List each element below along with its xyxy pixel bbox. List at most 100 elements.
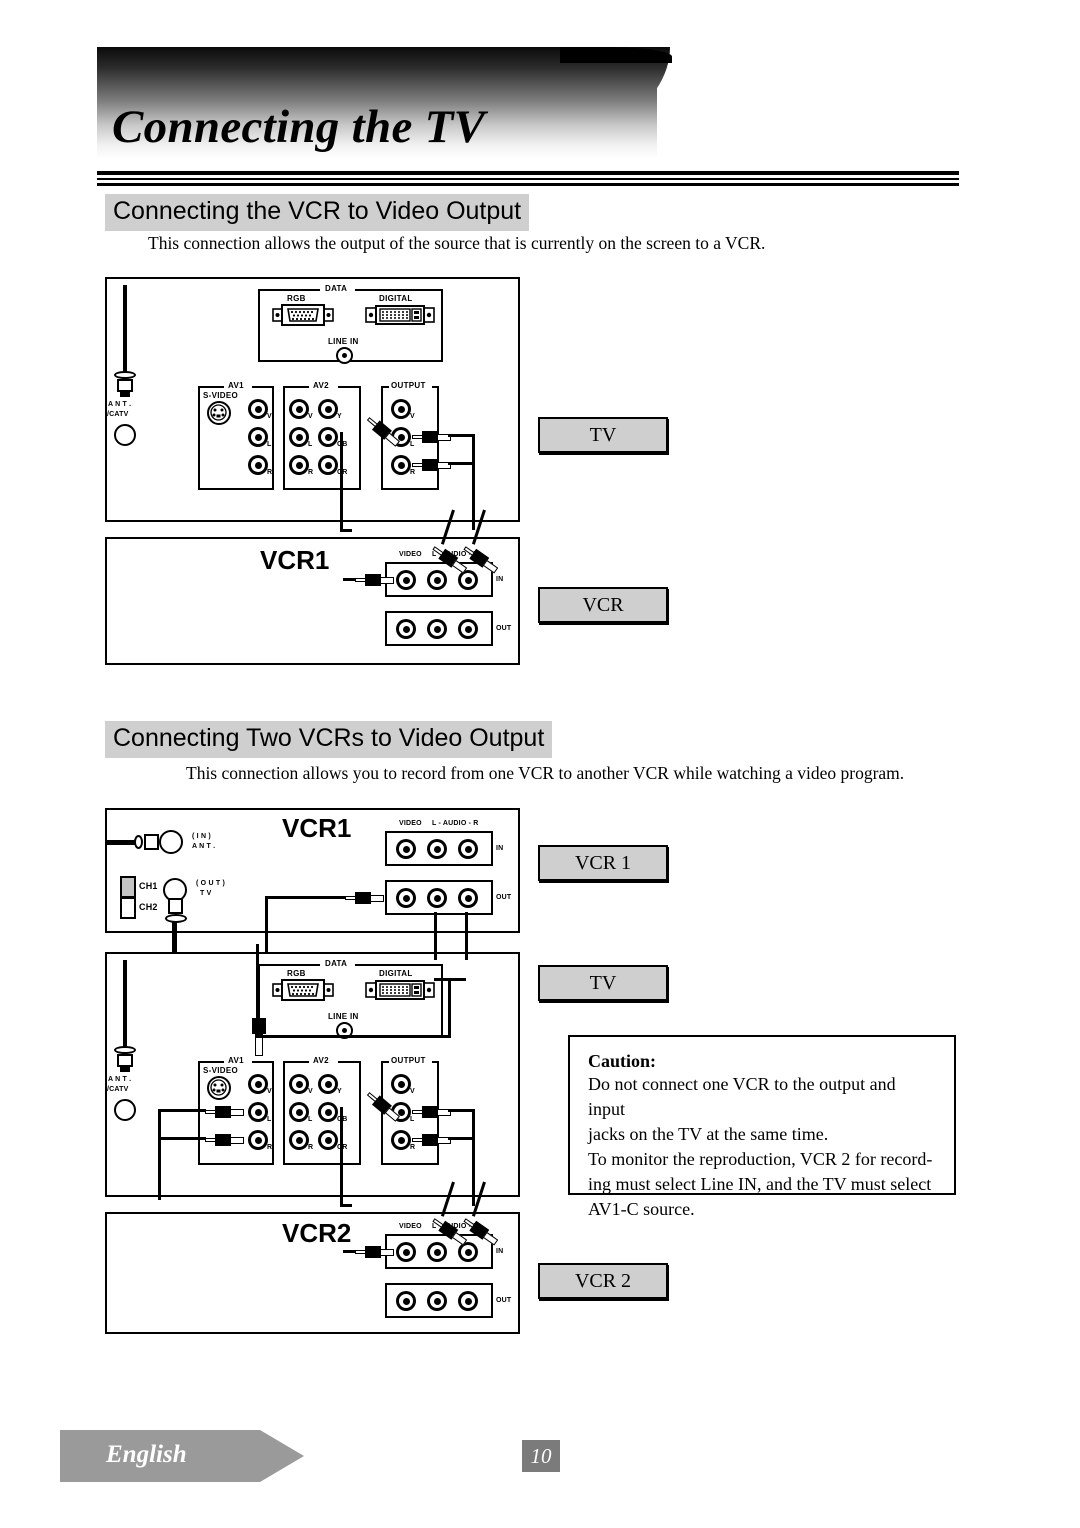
av2-rule-right-2 [338, 1061, 361, 1063]
manual-page: Connecting the TV Connecting the VCR to … [0, 0, 1080, 1528]
output-v-down-2 [340, 1107, 343, 1207]
vcr1-out-label-1: OUT [496, 625, 512, 632]
vcr1-in-video-jack-2 [396, 839, 416, 859]
av2-jack-y-label-2: Y [337, 1088, 342, 1095]
vcr2-in-video-jack [396, 1242, 416, 1262]
output-v-down [340, 432, 343, 532]
vcr1-tv-out-label-2: T V [200, 890, 212, 897]
av1-jack-r [248, 455, 268, 475]
av1-jack-l [248, 427, 268, 447]
av2-rule-left [283, 386, 309, 388]
caption-vcr1-2: VCR 1 [538, 845, 668, 881]
antenna-label-line2: /CATV [107, 411, 129, 418]
vcr2-title: VCR2 [282, 1218, 352, 1248]
av2-jack-cr-2 [318, 1130, 338, 1150]
vcr2-out-label: OUT [496, 1297, 512, 1304]
header-rule-1 [97, 171, 959, 175]
rgb-vga-connector [272, 304, 334, 331]
antenna-wire-1 [123, 285, 127, 373]
output-r-plug-2 [412, 1134, 452, 1146]
vcr1-ant-in-label-2: A N T . [192, 843, 216, 850]
antenna-connector-1 [117, 379, 133, 392]
av2-jack-l [289, 427, 309, 447]
av2-jack-v-2 [289, 1074, 309, 1094]
vcr2-out-audio-r-jack [458, 1291, 478, 1311]
antenna-connector-2 [117, 1054, 133, 1067]
rgb-label: RGB [287, 294, 306, 303]
vcr1-out-audio-l-jack-1 [427, 619, 447, 639]
output-rule-right [432, 386, 439, 388]
output-group-label-2: OUTPUT [391, 1056, 426, 1065]
av1-r-plug-2 [205, 1134, 245, 1146]
caution-line-3: To monitor the reproduction, VCR 2 for r… [588, 1149, 933, 1169]
av2-jack-cb [318, 427, 338, 447]
av1-group-label: AV1 [228, 381, 244, 390]
footer-language-tag-arrow [260, 1430, 304, 1482]
data-group-rule-right-2 [355, 964, 443, 966]
output-jack-r [391, 455, 411, 475]
data-group-rule-left [258, 289, 320, 291]
vcr1-video-label-2: VIDEO [399, 820, 422, 827]
av2-group-label: AV2 [313, 381, 329, 390]
header-banner-cap [560, 47, 672, 63]
av1-jack-r-label: R [267, 469, 273, 476]
vcr2-video-plug [355, 1246, 395, 1258]
data-group-rule-right [355, 289, 443, 291]
ch2-switch-position[interactable] [120, 897, 136, 919]
output-l-wire-2 [448, 1109, 474, 1112]
vcr1-out-audio-r-jack-2 [458, 888, 478, 908]
line-in-label: LINE IN [328, 337, 359, 346]
vcr1-in-label-2: IN [496, 845, 504, 852]
av2-jack-y-2 [318, 1074, 338, 1094]
vcr1-in-audio-r-jack-2 [458, 839, 478, 859]
digital-label-2: DIGITAL [379, 969, 413, 978]
antenna-label-line2-2: /CATV [107, 1086, 129, 1093]
vcr2-out-video-jack [396, 1291, 416, 1311]
ch1-switch-position[interactable] [120, 876, 136, 898]
svideo-connector-2 [207, 1076, 231, 1100]
footer-language-label: English [106, 1441, 187, 1468]
av2-jack-r-label-2: R [308, 1144, 314, 1151]
av1-rule-left [198, 386, 224, 388]
antenna-pin-2 [120, 1067, 130, 1072]
vcr2-in-audio-l-jack [427, 1242, 447, 1262]
vcr1-out-to-tv-r [465, 930, 468, 960]
antenna-ferrule-2 [114, 1046, 136, 1054]
vcr1-title-1: VCR1 [260, 545, 330, 575]
vcr1-video-plug-1 [355, 574, 395, 586]
page-title: Connecting the TV [112, 101, 486, 153]
output-l-plug [412, 431, 452, 443]
output-jack-r-2 [391, 1130, 411, 1150]
av2-jack-y [318, 399, 338, 419]
av1-jack-r-2 [248, 1130, 268, 1150]
av1-jack-l-2 [248, 1102, 268, 1122]
antenna-jack-1 [114, 424, 136, 446]
av2-jack-cr [318, 455, 338, 475]
vcr1-in-video-jack-1 [396, 570, 416, 590]
output-r-plug [412, 459, 452, 471]
vcr1-audio-label-2: L - AUDIO - R [432, 820, 479, 827]
output-jack-v-label: V [410, 413, 415, 420]
svideo-label-2: S-VIDEO [203, 1066, 238, 1075]
vcr2-out-audio-l-jack [427, 1291, 447, 1311]
vcr2-in-label: IN [496, 1248, 504, 1255]
caution-line-2: jacks on the TV at the same time. [588, 1124, 829, 1144]
digital-dvi-connector [365, 304, 435, 331]
section-body-2: This connection allows you to record fro… [186, 763, 905, 783]
av1-jack-l-label: L [267, 441, 272, 448]
caution-line-5: AV1-C source. [588, 1199, 695, 1219]
av2-jack-v-label-2: V [308, 1088, 313, 1095]
vcr1-out-video-plug [345, 892, 385, 904]
antenna-jack-2 [114, 1099, 136, 1121]
av1-r-wire-2 [160, 1137, 206, 1140]
output-v-corner [340, 529, 352, 532]
vcr1-in-audio-l-jack-2 [427, 839, 447, 859]
av2-jack-r [289, 455, 309, 475]
output-jack-v-label-2: V [410, 1088, 415, 1095]
vcr1-out-video-jack-2 [396, 888, 416, 908]
av1-rule-right [252, 386, 274, 388]
vcr1-ant-in-label-1: ( I N ) [192, 833, 211, 840]
output-l-wire [448, 434, 474, 437]
vcr1-tv-out-label-1: ( O U T ) [196, 880, 226, 887]
av1-rule-right-2 [252, 1061, 274, 1063]
